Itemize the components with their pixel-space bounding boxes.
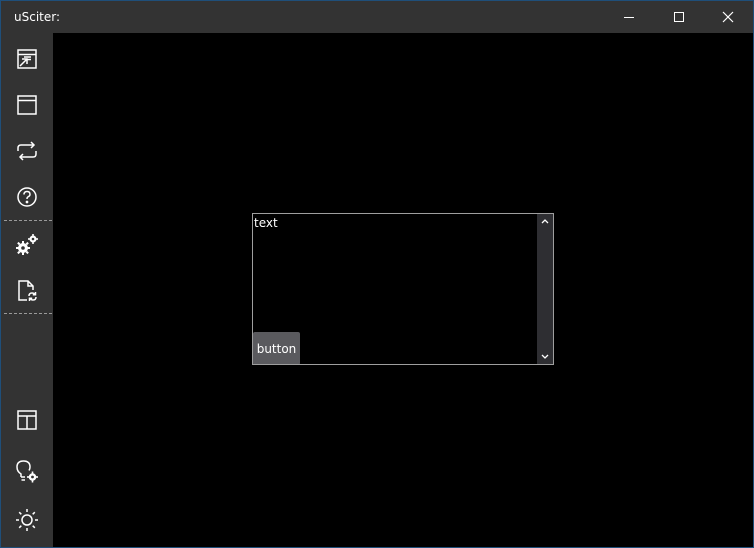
refresh-icon: [15, 140, 39, 162]
text-area[interactable]: text button: [252, 213, 554, 365]
window-export-icon: [16, 48, 38, 70]
text-area-value[interactable]: text: [254, 216, 278, 230]
brightness-icon: [15, 508, 39, 532]
sidebar-separator: [4, 313, 52, 314]
maximize-icon: [673, 11, 685, 23]
sidebar-item-help[interactable]: [1, 174, 53, 220]
sidebar-item-lightbulb-settings[interactable]: [1, 448, 53, 494]
maximize-button[interactable]: [654, 1, 704, 33]
layout-panel-icon: [16, 409, 38, 431]
sidebar-item-window[interactable]: [1, 82, 53, 128]
vertical-scrollbar[interactable]: [537, 214, 553, 364]
sidebar-item-brightness[interactable]: [1, 497, 53, 543]
sidebar-item-layout[interactable]: [1, 397, 53, 443]
window-title: uSciter:: [14, 10, 61, 24]
settings-gears-icon: [14, 233, 40, 257]
chevron-up-icon: [541, 218, 549, 224]
sidebar-item-file-sync[interactable]: [1, 268, 53, 314]
minimize-icon: [623, 11, 635, 23]
inner-button[interactable]: button: [253, 332, 300, 364]
scroll-down-button[interactable]: [537, 350, 553, 364]
sidebar-item-refresh[interactable]: [1, 128, 53, 174]
app-window: uSciter: text button: [1, 1, 753, 547]
file-sync-icon: [16, 279, 38, 303]
sidebar: [1, 33, 53, 547]
help-icon: [16, 186, 38, 208]
chevron-down-icon: [541, 354, 549, 360]
main-content: text button: [53, 33, 753, 547]
window-icon: [16, 94, 38, 116]
sidebar-item-window-export[interactable]: [1, 36, 53, 82]
scroll-up-button[interactable]: [537, 214, 553, 228]
title-bar[interactable]: uSciter:: [1, 1, 753, 33]
close-icon: [722, 11, 734, 23]
lightbulb-settings-icon: [14, 458, 40, 484]
close-button[interactable]: [703, 1, 753, 33]
sidebar-item-settings[interactable]: [1, 222, 53, 268]
sidebar-separator: [4, 220, 52, 221]
minimize-button[interactable]: [604, 1, 654, 33]
